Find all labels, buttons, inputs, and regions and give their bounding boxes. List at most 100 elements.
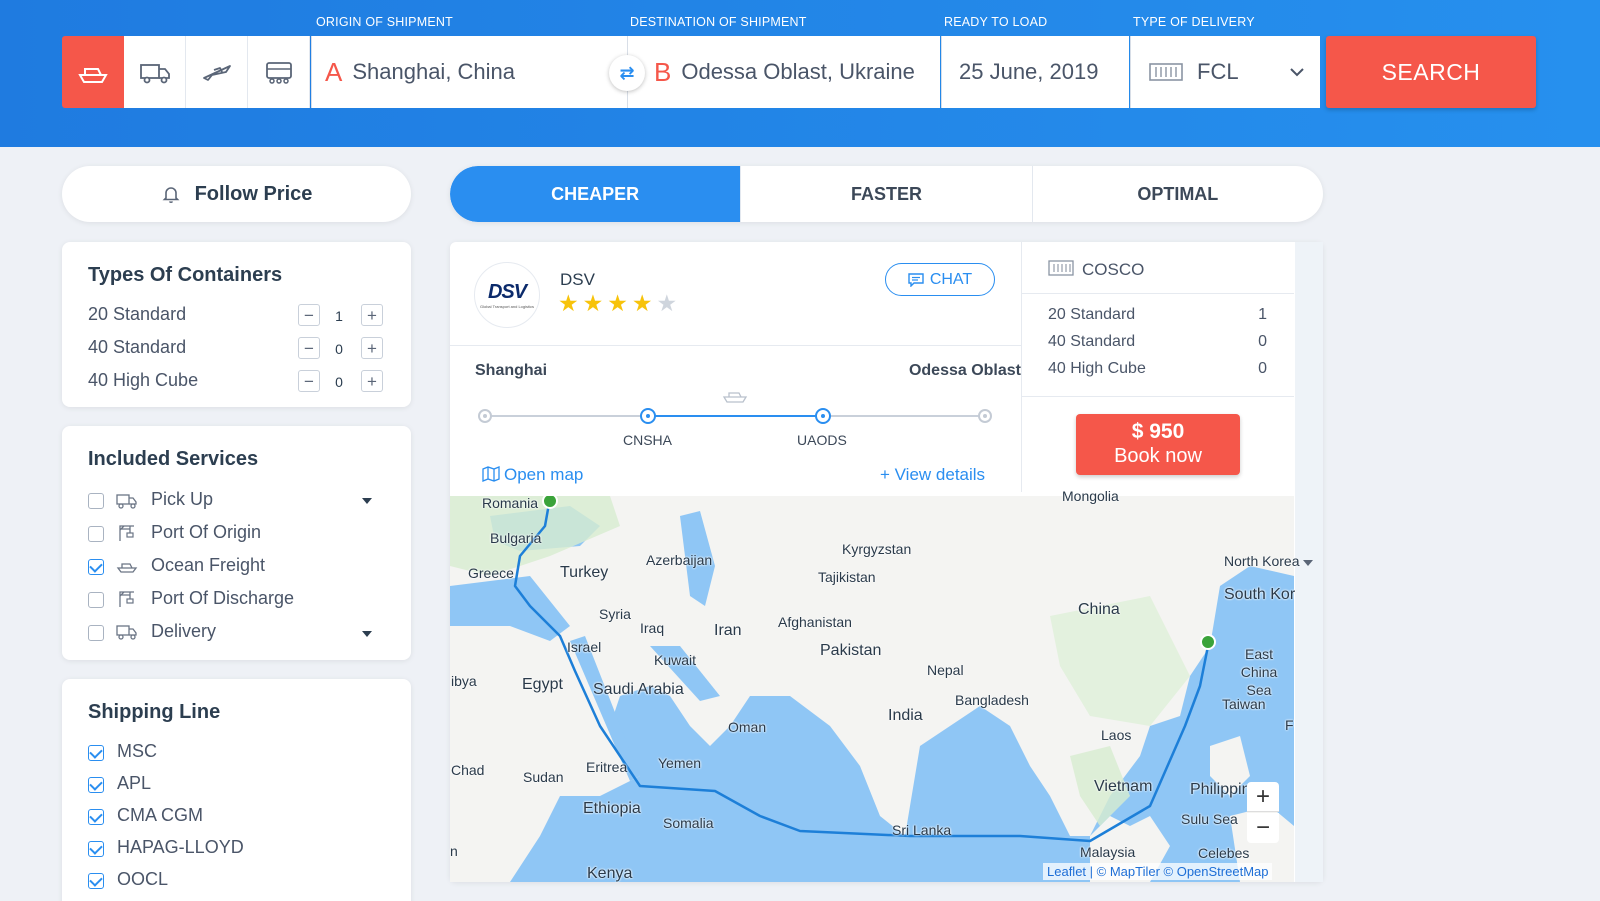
chat-icon	[908, 272, 924, 287]
shipping-line-checkbox[interactable]	[88, 745, 104, 761]
book-now-button[interactable]: $ 950 Book now	[1076, 414, 1240, 475]
ready-date-field[interactable]: 25 June, 2019	[942, 36, 1129, 108]
map-label: China	[1078, 601, 1120, 618]
origin-value: Shanghai, China	[352, 59, 516, 84]
map-label: Pakistan	[820, 642, 882, 659]
divider	[1022, 293, 1294, 294]
map-label: Philippin	[1190, 781, 1251, 798]
destination-value: Odessa Oblast, Ukraine	[681, 59, 915, 84]
view-details-link[interactable]: + View details	[880, 465, 985, 485]
map-label: Malaysia	[1080, 844, 1136, 860]
map-attribution[interactable]: Leaflet | © MapTiler © OpenStreetMap	[1043, 863, 1273, 880]
tab-cheaper[interactable]: CHEAPER	[450, 166, 741, 222]
destination-pin	[542, 496, 558, 509]
book-now-label: Book now	[1114, 445, 1202, 467]
chat-button[interactable]: CHAT	[885, 263, 995, 296]
shipping-line-label: HAPAG-LLOYD	[117, 837, 244, 857]
service-checkbox[interactable]	[88, 559, 104, 575]
service-label: Pick Up	[151, 489, 214, 509]
ship-icon	[78, 68, 108, 83]
truck-icon	[116, 625, 137, 640]
caret-down-icon[interactable]	[362, 631, 372, 637]
caret-down-icon[interactable]	[1303, 560, 1313, 566]
service-checkbox[interactable]	[88, 493, 104, 509]
containers-panel: Types Of Containers 20 Standard − 1 + 40…	[62, 242, 411, 407]
carrier-name: DSV	[560, 270, 595, 289]
divider	[1022, 396, 1294, 397]
origin-pin	[1200, 634, 1216, 650]
map-label: Romania	[482, 495, 539, 511]
map-label: Tajikistan	[818, 569, 876, 585]
swap-icon: ⇄	[619, 62, 635, 83]
tab-optimal[interactable]: OPTIMAL	[1031, 166, 1323, 222]
mode-road-button[interactable]	[124, 36, 186, 108]
star-icon: ★	[582, 290, 604, 316]
zoom-out-button[interactable]: −	[1247, 813, 1279, 843]
destination-field[interactable]: B Odessa Oblast, Ukraine	[628, 36, 940, 108]
service-checkbox[interactable]	[88, 526, 104, 542]
follow-price-label: Follow Price	[194, 182, 313, 205]
follow-price-button[interactable]: Follow Price	[62, 166, 411, 222]
increment-button[interactable]: +	[361, 304, 383, 326]
open-map-label: Open map	[504, 465, 584, 484]
origin-field[interactable]: A Shanghai, China	[311, 36, 629, 108]
decrement-button[interactable]: −	[298, 304, 320, 326]
quantity-value[interactable]: 0	[330, 374, 348, 390]
route-node	[815, 408, 831, 424]
swap-locations-button[interactable]: ⇄	[609, 55, 645, 91]
container-type-label: 40 High Cube	[1048, 360, 1146, 377]
container-qty: 0	[1258, 333, 1267, 350]
map-label: Yemen	[658, 755, 702, 771]
destination-label: DESTINATION OF SHIPMENT	[630, 15, 807, 29]
service-checkbox[interactable]	[88, 625, 104, 641]
shipping-line-checkbox[interactable]	[88, 841, 104, 857]
mode-air-button[interactable]	[186, 36, 248, 108]
map-label: Chad	[451, 762, 485, 778]
map-label: Oman	[728, 719, 767, 735]
route-node	[978, 409, 992, 423]
route-line-segment	[823, 415, 985, 417]
mode-sea-button[interactable]	[62, 36, 124, 108]
quantity-value[interactable]: 0	[330, 341, 348, 357]
map-label: Eritrea	[586, 759, 628, 775]
plane-icon	[202, 65, 231, 81]
decrement-button[interactable]: −	[298, 370, 320, 392]
ready-date-value: 25 June, 2019	[959, 59, 1099, 84]
increment-button[interactable]: +	[361, 370, 383, 392]
tab-faster[interactable]: FASTER	[740, 166, 1031, 222]
chevron-down-icon	[1290, 68, 1304, 77]
shipping-line-checkbox[interactable]	[88, 777, 104, 793]
shipping-line-title: Shipping Line	[88, 701, 221, 723]
ship-icon	[116, 563, 138, 573]
map-label: Israel	[567, 639, 602, 655]
open-map-link[interactable]: Open map	[482, 465, 583, 485]
zoom-in-button[interactable]: +	[1247, 782, 1279, 812]
container-qty: 1	[1258, 306, 1267, 323]
shipping-line-checkbox[interactable]	[88, 873, 104, 889]
shipping-line-label: CMA CGM	[117, 805, 204, 825]
quantity-value[interactable]: 1	[330, 308, 348, 324]
service-checkbox[interactable]	[88, 592, 104, 608]
shipping-line-checkbox[interactable]	[88, 809, 104, 825]
map-label: Egypt	[522, 676, 563, 693]
increment-button[interactable]: +	[361, 337, 383, 359]
map-label: Nepal	[927, 662, 964, 678]
crane-icon	[119, 591, 134, 607]
truck-icon	[139, 64, 170, 84]
route-line-segment	[485, 415, 648, 417]
destination-marker: B	[654, 56, 672, 87]
map-label: Bangladesh	[955, 692, 1029, 708]
map-label: Kenya	[587, 865, 633, 882]
delivery-type-select[interactable]: FCL	[1131, 36, 1320, 108]
map-label: ibya	[451, 673, 477, 689]
decrement-button[interactable]: −	[298, 337, 320, 359]
mode-rail-button[interactable]	[248, 36, 310, 108]
caret-down-icon[interactable]	[362, 498, 372, 504]
search-button[interactable]: SEARCH	[1326, 36, 1536, 108]
train-icon	[265, 62, 292, 84]
map-label: South Kor	[1224, 586, 1296, 603]
carrier-logo: DSV Global Transport and Logistics	[474, 262, 540, 328]
shipping-line-label: MSC	[117, 741, 157, 761]
service-label: Ocean Freight	[151, 555, 266, 575]
map-label: Iraq	[640, 620, 665, 636]
